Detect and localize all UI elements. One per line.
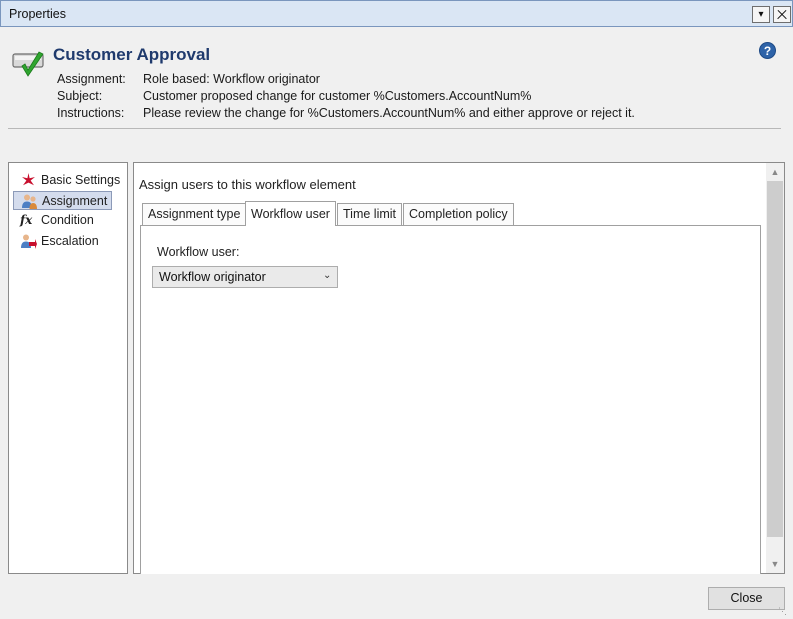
nav-item-condition[interactable]: fx Condition	[13, 211, 98, 230]
users-icon	[22, 194, 37, 209]
star-icon	[22, 173, 35, 186]
chevron-down-icon: ▾	[758, 9, 764, 20]
section-title: Assign users to this workflow element	[139, 177, 356, 192]
nav-item-escalation[interactable]: Escalation	[13, 232, 103, 251]
dropdown-value: Workflow originator	[159, 270, 266, 284]
instructions-label: Instructions:	[57, 106, 125, 120]
approval-check-icon	[12, 51, 44, 77]
instructions-value: Please review the change for %Customers.…	[143, 106, 635, 120]
scroll-up-icon[interactable]: ▲	[766, 163, 784, 181]
workflow-user-label: Workflow user:	[157, 245, 240, 259]
assignment-value: Role based: Workflow originator	[143, 72, 320, 86]
window-title: Properties	[9, 7, 66, 21]
settings-nav: Basic Settings Assignment fx Condition E…	[8, 162, 128, 574]
escalation-icon	[21, 234, 37, 249]
chevron-down-icon: ⌄	[323, 270, 332, 281]
close-window-button[interactable]	[773, 6, 791, 23]
header-divider	[8, 128, 781, 129]
subject-value: Customer proposed change for customer %C…	[143, 89, 532, 103]
nav-item-label: Escalation	[41, 234, 99, 248]
resize-grip-icon[interactable]: ⋱	[778, 606, 787, 617]
scroll-down-icon[interactable]: ▼	[766, 555, 784, 573]
nav-item-label: Basic Settings	[41, 173, 121, 187]
pin-dropdown-button[interactable]: ▾	[752, 6, 770, 23]
workflow-user-dropdown[interactable]: Workflow originator ⌄	[152, 266, 338, 288]
nav-item-basic-settings[interactable]: Basic Settings	[13, 171, 124, 190]
nav-item-label: Assignment	[42, 194, 108, 208]
page-title: Customer Approval	[53, 45, 211, 64]
nav-item-assignment[interactable]: Assignment	[13, 191, 113, 210]
window-titlebar: Properties	[0, 0, 793, 27]
help-icon[interactable]: ?	[759, 42, 776, 59]
tab-assignment-type[interactable]: Assignment type	[142, 203, 247, 226]
nav-item-label: Condition	[41, 213, 94, 227]
assignment-label: Assignment:	[57, 72, 126, 86]
vertical-scrollbar[interactable]: ▲ ▼	[766, 163, 784, 573]
tab-workflow-user[interactable]: Workflow user	[245, 201, 336, 226]
tab-completion-policy[interactable]: Completion policy	[403, 203, 514, 226]
tab-time-limit[interactable]: Time limit	[337, 203, 403, 226]
scroll-thumb[interactable]	[767, 181, 783, 537]
close-button[interactable]: Close	[708, 587, 785, 610]
subject-label: Subject:	[57, 89, 103, 103]
fx-icon: fx	[20, 213, 33, 227]
